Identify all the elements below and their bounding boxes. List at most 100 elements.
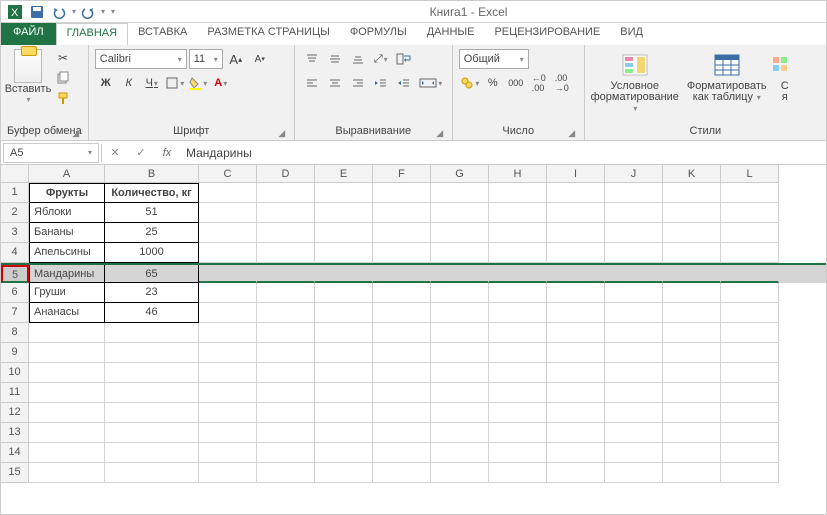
cell-I6[interactable] [547,283,605,303]
align-left-icon[interactable] [301,73,323,93]
cell-I15[interactable] [547,463,605,483]
increase-font-icon[interactable]: A▴ [225,49,247,69]
cell-L8[interactable] [721,323,779,343]
cell-B5[interactable]: 65 [105,265,199,283]
cell-G11[interactable] [431,383,489,403]
border-button[interactable]: ▾ [164,73,186,93]
merge-cells-icon[interactable]: ▾ [416,73,446,93]
increase-decimal-icon[interactable]: ←0.00 [528,73,550,93]
name-box[interactable]: A5▾ [3,143,99,163]
number-format-select[interactable]: Общий▾ [459,49,529,69]
cell-K1[interactable] [663,183,721,203]
cell-A2[interactable]: Яблоки [29,203,105,223]
cell-D1[interactable] [257,183,315,203]
cell-D7[interactable] [257,303,315,323]
cell-G12[interactable] [431,403,489,423]
cell-I3[interactable] [547,223,605,243]
column-header-B[interactable]: B [105,165,199,183]
save-icon[interactable] [27,3,47,21]
cell-G5[interactable] [431,265,489,283]
cell-B4[interactable]: 1000 [105,243,199,263]
cell-G6[interactable] [431,283,489,303]
cell-A7[interactable]: Ананасы [29,303,105,323]
cell-D5[interactable] [257,265,315,283]
cell-C4[interactable] [199,243,257,263]
cell-I1[interactable] [547,183,605,203]
cell-F2[interactable] [373,203,431,223]
cell-J3[interactable] [605,223,663,243]
cell-H11[interactable] [489,383,547,403]
cell-K6[interactable] [663,283,721,303]
cell-C15[interactable] [199,463,257,483]
cell-D9[interactable] [257,343,315,363]
cell-D15[interactable] [257,463,315,483]
decrease-font-icon[interactable]: A▾ [249,49,271,69]
cell-B8[interactable] [105,323,199,343]
cell-C7[interactable] [199,303,257,323]
cell-L6[interactable] [721,283,779,303]
tab-home[interactable]: ГЛАВНАЯ [56,23,128,45]
cell-B13[interactable] [105,423,199,443]
cell-D14[interactable] [257,443,315,463]
cell-H7[interactable] [489,303,547,323]
cell-D3[interactable] [257,223,315,243]
align-bottom-icon[interactable] [347,49,369,69]
decrease-indent-icon[interactable] [370,73,392,93]
cell-G9[interactable] [431,343,489,363]
align-top-icon[interactable] [301,49,323,69]
cell-K2[interactable] [663,203,721,223]
increase-indent-icon[interactable] [393,73,415,93]
cell-C14[interactable] [199,443,257,463]
cell-G13[interactable] [431,423,489,443]
column-header-L[interactable]: L [721,165,779,183]
cell-H1[interactable] [489,183,547,203]
paste-dropdown[interactable]: ▾ [26,95,30,104]
cell-K15[interactable] [663,463,721,483]
format-as-table-button[interactable]: Форматировать как таблицу ▾ [683,49,771,124]
cell-L4[interactable] [721,243,779,263]
row-header-8[interactable]: 8 [1,323,29,343]
cell-K4[interactable] [663,243,721,263]
cell-A5[interactable]: Мандарины [29,265,105,283]
percent-icon[interactable]: % [482,73,504,93]
cell-F5[interactable] [373,265,431,283]
cell-J6[interactable] [605,283,663,303]
redo-icon[interactable] [78,3,98,21]
column-header-K[interactable]: K [663,165,721,183]
column-header-I[interactable]: I [547,165,605,183]
cell-D10[interactable] [257,363,315,383]
cell-L1[interactable] [721,183,779,203]
align-right-icon[interactable] [347,73,369,93]
cell-H8[interactable] [489,323,547,343]
cell-K9[interactable] [663,343,721,363]
cell-styles-button[interactable]: Ся [775,49,795,124]
cell-C8[interactable] [199,323,257,343]
cell-K8[interactable] [663,323,721,343]
cell-C1[interactable] [199,183,257,203]
tab-view[interactable]: ВИД [610,23,653,45]
cell-H9[interactable] [489,343,547,363]
cell-D2[interactable] [257,203,315,223]
cell-E1[interactable] [315,183,373,203]
undo-dropdown[interactable]: ▾ [72,7,76,16]
cell-H14[interactable] [489,443,547,463]
cell-A9[interactable] [29,343,105,363]
cell-J15[interactable] [605,463,663,483]
cell-A13[interactable] [29,423,105,443]
tab-data[interactable]: ДАННЫЕ [417,23,485,45]
cell-I14[interactable] [547,443,605,463]
row-header-11[interactable]: 11 [1,383,29,403]
row-header-12[interactable]: 12 [1,403,29,423]
cell-E5[interactable] [315,265,373,283]
cell-I2[interactable] [547,203,605,223]
column-header-J[interactable]: J [605,165,663,183]
cell-G2[interactable] [431,203,489,223]
cell-L3[interactable] [721,223,779,243]
cell-D11[interactable] [257,383,315,403]
cell-J9[interactable] [605,343,663,363]
cell-G4[interactable] [431,243,489,263]
row-header-7[interactable]: 7 [1,303,29,323]
cell-J5[interactable] [605,265,663,283]
cell-K12[interactable] [663,403,721,423]
cell-L12[interactable] [721,403,779,423]
